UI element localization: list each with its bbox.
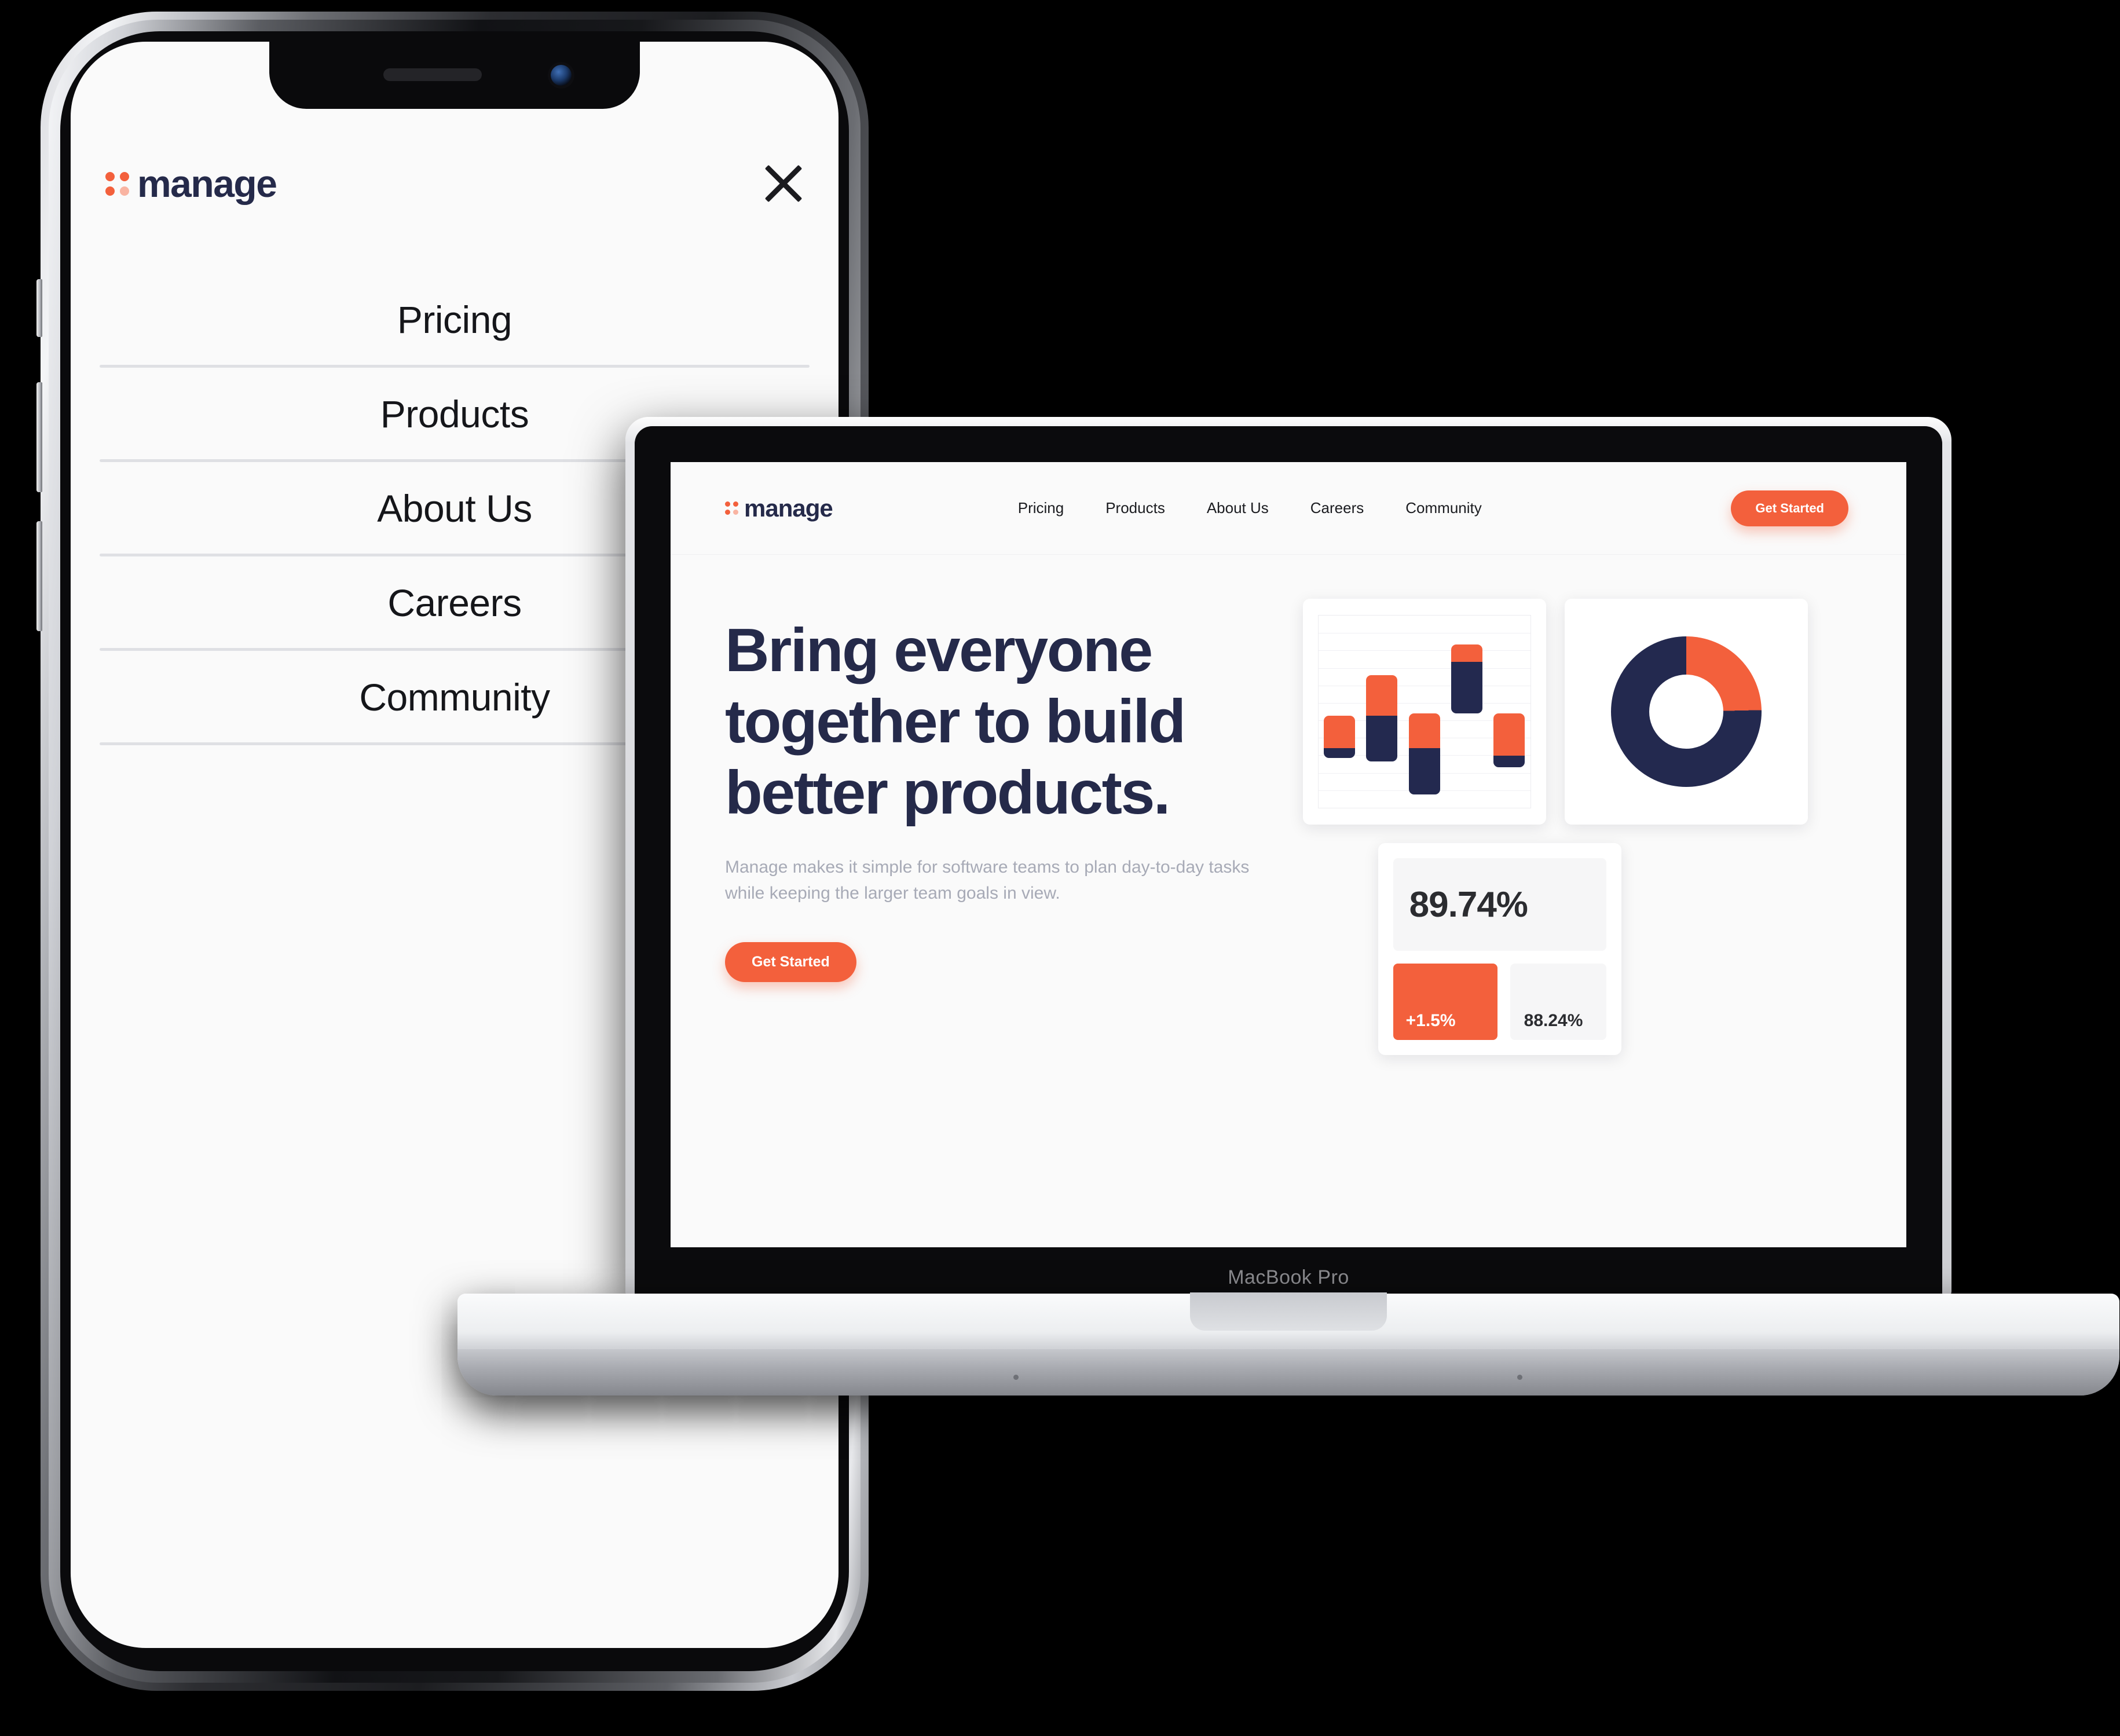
logo-wordmark: manage xyxy=(137,162,277,205)
phone-volume-down-button[interactable] xyxy=(36,521,42,631)
laptop-device: manage Pricing Products About Us Careers… xyxy=(457,417,2119,1396)
phone-menu-item-pricing[interactable]: Pricing xyxy=(71,273,839,365)
laptop-lid: manage Pricing Products About Us Careers… xyxy=(625,417,1951,1297)
hero-heading-line-3: better products. xyxy=(725,758,1170,827)
chart-bar-segment-orange xyxy=(1451,644,1482,662)
bar-chart-plot xyxy=(1317,615,1531,808)
laptop-base-lip xyxy=(457,1349,2119,1396)
chart-bar xyxy=(1324,715,1356,758)
donut-chart-widget[interactable] xyxy=(1564,599,1808,825)
laptop-base-notch xyxy=(1190,1292,1387,1331)
stat-delta-badge: +1.5% xyxy=(1393,964,1497,1040)
chart-gridline xyxy=(1318,650,1530,651)
four-dots-logo-icon xyxy=(105,171,129,196)
chart-bar-segment-orange xyxy=(1408,713,1440,749)
chart-bar-segment-navy xyxy=(1324,748,1356,758)
chart-bar-segment-navy xyxy=(1408,748,1440,794)
nav-item-community[interactable]: Community xyxy=(1405,499,1481,517)
chart-bar-segment-navy xyxy=(1493,756,1525,768)
stat-primary-value: 89.74% xyxy=(1393,858,1606,951)
phone-menu-header: manage xyxy=(71,140,839,227)
hero-copy: Bring everyone together to build better … xyxy=(725,595,1280,1055)
stat-row: +1.5% 88.24% xyxy=(1393,964,1606,1040)
chart-bar-segment-orange xyxy=(1493,713,1525,756)
stats-widget[interactable]: 89.74% +1.5% 88.24% xyxy=(1378,843,1621,1055)
hero-widgets: 89.74% +1.5% 88.24% xyxy=(1302,595,1852,1055)
laptop-screen: manage Pricing Products About Us Careers… xyxy=(671,462,1906,1247)
stat-secondary-value: 88.24% xyxy=(1510,964,1606,1040)
phone-volume-up-button[interactable] xyxy=(36,382,42,492)
laptop-logo[interactable]: manage xyxy=(725,496,833,521)
laptop-base xyxy=(457,1292,2119,1396)
mockup-stage: manage Pricing Products About Us Careers… xyxy=(0,0,2120,1736)
four-dots-logo-icon xyxy=(725,501,738,515)
front-camera-icon xyxy=(551,65,572,86)
chart-bar-segment-orange xyxy=(1366,675,1398,716)
chart-bar xyxy=(1408,713,1440,794)
logo-wordmark: manage xyxy=(744,494,833,522)
bar-chart-widget[interactable] xyxy=(1302,599,1546,825)
laptop-base-foot xyxy=(1517,1375,1522,1380)
chart-gridline xyxy=(1318,702,1530,704)
header-get-started-button[interactable]: Get Started xyxy=(1731,490,1848,526)
phone-logo[interactable]: manage xyxy=(105,162,277,205)
donut-chart xyxy=(1610,636,1762,787)
phone-notch xyxy=(269,42,640,109)
laptop-base-foot xyxy=(1013,1375,1019,1380)
chart-bar-segment-navy xyxy=(1451,661,1482,714)
hero-heading-line-1: Bring everyone xyxy=(725,616,1153,684)
chart-bar-segment-navy xyxy=(1366,715,1398,762)
nav-item-pricing[interactable]: Pricing xyxy=(1018,499,1064,517)
macbook-pro-label: MacBook Pro xyxy=(1228,1266,1349,1288)
site-nav: Pricing Products About Us Careers Commun… xyxy=(1018,499,1482,517)
chart-bar-segment-orange xyxy=(1324,715,1356,749)
hero-cta-wrap: Get Started xyxy=(725,942,1280,982)
site-header: manage Pricing Products About Us Careers… xyxy=(671,462,1906,555)
speaker-grille-icon xyxy=(383,68,482,81)
hero-section: Bring everyone together to build better … xyxy=(671,555,1906,1055)
hero-subtext: Manage makes it simple for software team… xyxy=(725,857,1250,903)
nav-item-about-us[interactable]: About Us xyxy=(1207,499,1269,517)
close-icon[interactable] xyxy=(763,163,804,204)
nav-item-products[interactable]: Products xyxy=(1105,499,1165,517)
hero-get-started-button[interactable]: Get Started xyxy=(725,942,856,982)
chart-gridline xyxy=(1318,668,1530,669)
hero-heading-line-2: together to build xyxy=(725,687,1186,756)
chart-bar xyxy=(1493,713,1525,768)
laptop-bezel: manage Pricing Products About Us Careers… xyxy=(635,426,1942,1297)
phone-silent-switch[interactable] xyxy=(36,279,42,337)
hero-heading: Bring everyone together to build better … xyxy=(725,615,1280,829)
nav-item-careers[interactable]: Careers xyxy=(1310,499,1364,517)
chart-bar xyxy=(1451,644,1482,714)
chart-bar xyxy=(1366,675,1398,762)
widget-row-top xyxy=(1302,599,1852,825)
